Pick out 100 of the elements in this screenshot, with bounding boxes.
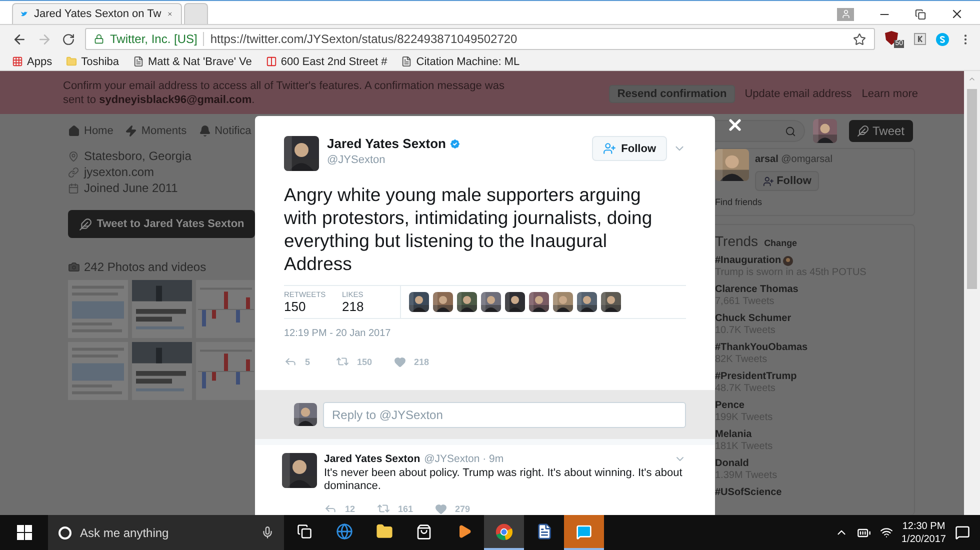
stat-value[interactable]: 218 (342, 299, 400, 314)
scroll-thumb[interactable] (967, 89, 977, 289)
bars-icon (266, 56, 277, 67)
chrome-icon (495, 522, 513, 540)
bookmark-star-icon[interactable] (853, 32, 866, 46)
banner-link[interactable]: Learn more (862, 88, 918, 100)
bookmark[interactable]: Apps (12, 56, 52, 68)
camera-icon (68, 261, 80, 273)
reload-icon[interactable] (62, 32, 75, 46)
chat-icon (576, 524, 592, 540)
address-bar[interactable]: Twitter, Inc. [US] https://twitter.com/JYSexton/status/822493871049502720 (85, 28, 875, 50)
banner-link[interactable]: Update email address (744, 88, 852, 100)
home-icon (68, 125, 80, 137)
timestamp: 12:19 PM - 20 Jan 2017 (284, 328, 392, 340)
windows-icon (16, 525, 32, 540)
reply-field[interactable]: Reply to @JYSexton (323, 402, 686, 428)
stat-value[interactable]: 150 (284, 299, 342, 314)
lock-icon (94, 34, 104, 44)
restore-icon[interactable] (915, 8, 926, 20)
action-button[interactable]: 12 (324, 502, 356, 515)
suggested-user: arsal @omgarsal (755, 154, 832, 165)
notifications-icon[interactable] (955, 525, 970, 540)
change-link[interactable]: Change (764, 238, 798, 248)
nav-item[interactable]: Notifica (198, 125, 252, 137)
back-icon[interactable] (12, 32, 27, 46)
browser-icon (336, 523, 352, 540)
clock[interactable]: 12:30 PM 1/20/2017 (902, 520, 946, 546)
add-person-icon (603, 142, 616, 155)
microphone-icon (261, 526, 274, 539)
person-icon (840, 9, 850, 19)
trends-title: Trends (715, 233, 758, 249)
action-button[interactable]: 5 (284, 355, 314, 368)
ring-icon (58, 526, 72, 540)
author-name: Jared Yates Sexton (324, 453, 420, 465)
banner-message: Confirm your email address to access all of Twitter's features. A confirmation message was sent to sydneyisblack96@gmail.com. (63, 79, 506, 107)
bird-icon (21, 9, 28, 19)
extension-icon[interactable] (914, 33, 926, 45)
action-button[interactable]: 161 (377, 502, 414, 515)
play-icon (456, 524, 472, 539)
folder-icon (66, 56, 78, 67)
location-text: Statesboro, Georgia (84, 149, 192, 163)
avatar (294, 403, 317, 426)
taskbar-search[interactable]: Ask me anything (48, 515, 284, 550)
bookmark[interactable]: 600 East 2nd Street # (266, 56, 388, 68)
calendar-icon (68, 182, 79, 194)
bookmark[interactable]: Matt & Nat 'Brave' Ve (133, 56, 252, 68)
task-view-icon (296, 524, 312, 539)
action-button[interactable]: 218 (394, 355, 430, 368)
retweet-icon (377, 502, 390, 515)
add-person-icon (762, 176, 774, 186)
joined-text: Joined June 2011 (84, 181, 178, 195)
tweet-text: It's never been about policy. Trump was right. It's about winning. It's about dominance. (324, 467, 684, 493)
action-button[interactable]: 279 (435, 502, 470, 515)
avatar (284, 136, 319, 171)
store-icon (416, 524, 432, 540)
document-icon (536, 523, 552, 540)
follow-button[interactable]: Follow (755, 171, 819, 191)
taskbar-app[interactable] (484, 515, 524, 550)
search-icon (785, 126, 796, 136)
page-icon (133, 56, 144, 67)
location-icon (68, 150, 79, 162)
site-identity: Twitter, Inc. [US] (110, 32, 204, 46)
find-friends-link[interactable]: Find friends (715, 197, 914, 207)
author-handle: @JYSexton (327, 154, 386, 166)
action-button[interactable]: 150 (336, 355, 372, 368)
trend-item[interactable]: #USofScience (715, 487, 914, 498)
resend-button[interactable]: Resend confirmation (609, 85, 735, 103)
bookmark[interactable]: Citation Machine: ML (401, 56, 520, 68)
bookmark[interactable]: Toshiba (66, 56, 119, 68)
retweet-icon (336, 355, 349, 368)
link-icon (68, 166, 79, 178)
tweet-meta: @JYSexton · 9m (424, 453, 504, 465)
lightning-icon (125, 125, 138, 137)
scrollbar[interactable] (964, 71, 980, 515)
nav-item[interactable]: Moments (125, 125, 187, 137)
close-icon[interactable] (726, 116, 744, 134)
bell-icon (198, 125, 211, 137)
tweet-text: Angry white young male supporters arguing with protestors, intimidating journalists, doing everything but listening to the Inaugural Address (284, 183, 654, 275)
feather-icon (78, 218, 92, 230)
page-icon (401, 56, 412, 67)
website-link[interactable]: jysexton.com (84, 165, 154, 179)
heart-icon (394, 356, 406, 368)
avatar (813, 119, 837, 143)
close-icon[interactable] (950, 7, 964, 21)
nav-item[interactable]: Home (68, 125, 114, 137)
close-icon[interactable] (167, 9, 173, 19)
avatar (282, 453, 317, 488)
search-field[interactable] (715, 120, 805, 142)
tweet-button[interactable]: Tweet (849, 120, 913, 142)
photos-header: 242 Photos and videos (84, 260, 206, 274)
author-name: Jared Yates Sexton (327, 136, 446, 151)
browser-tab[interactable]: Jared Yates Sexton on Tw (12, 3, 182, 24)
folder-icon (376, 523, 392, 540)
reply-icon (284, 355, 297, 368)
reply-icon (324, 502, 337, 515)
tweet-to-button[interactable]: Tweet to Jared Yates Sexton (68, 210, 255, 238)
feather-icon (857, 125, 870, 137)
heart-icon (435, 502, 448, 514)
apps-grid-icon (12, 56, 23, 67)
follow-button[interactable]: Follow (592, 136, 667, 161)
